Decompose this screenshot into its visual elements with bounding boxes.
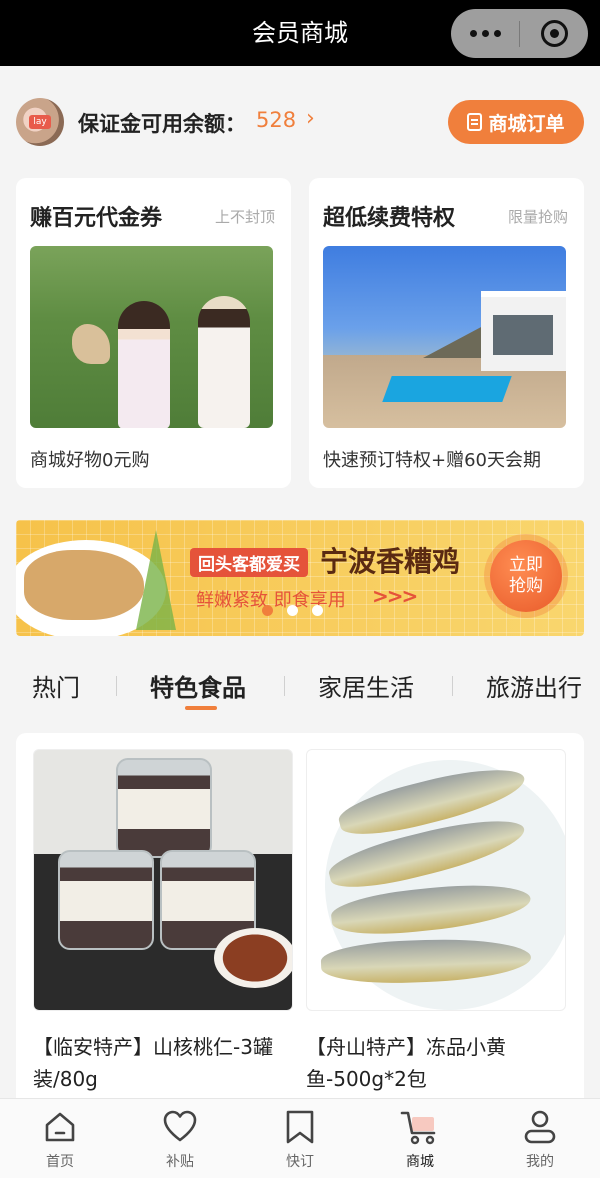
tab-home-living[interactable]: 家居生活 [318, 668, 414, 703]
promo-card-desc: 商城好物0元购 [30, 450, 150, 471]
balance-label: 保证金可用余额： [78, 112, 246, 136]
goods-image [306, 749, 566, 1011]
tab-divider [284, 676, 285, 696]
tabbar-item-mine[interactable]: 我的 [500, 1109, 580, 1171]
goods-name: 【舟山特产】冻品小黄鱼-500g*2包 [306, 1035, 506, 1091]
bookmark-icon [260, 1109, 340, 1145]
chevron-right-icon[interactable]: › [306, 106, 315, 131]
tabbar-item-subsidy[interactable]: 补贴 [140, 1109, 220, 1171]
bottom-tab-bar: 首页 补贴 快订 商城 我的 [0, 1098, 600, 1178]
buy-now-button[interactable]: 立即抢购 [490, 540, 562, 612]
promo-card-tag: 限量抢购 [507, 208, 568, 226]
balance-row: lay 保证金可用余额： 528 › 商城订单 [16, 96, 584, 148]
tab-travel[interactable]: 旅游出行 [486, 668, 582, 703]
navigation-bar: 会员商城 [0, 0, 600, 66]
goods-grid: 【临安特产】山核桃仁-3罐装/80g 【舟山特产】冻品小黄鱼-500g*2包 [16, 733, 584, 1133]
tab-divider [116, 676, 117, 696]
tabbar-label: 首页 [46, 1154, 74, 1170]
mall-orders-button[interactable]: 商城订单 [448, 100, 584, 144]
banner-tag: 回头客都爱买 [190, 548, 308, 577]
promo-card-desc: 快速预订特权+赠60天会期 [323, 450, 541, 471]
goods-name: 【临安特产】山核桃仁-3罐装/80g [33, 1035, 273, 1091]
promo-banner[interactable]: 回头客都爱买 宁波香糟鸡 鲜嫩紧致 即食享用 >>> 立即抢购 [16, 520, 584, 636]
pagination-dot[interactable] [262, 605, 273, 616]
tab-divider [452, 676, 453, 696]
goods-image [33, 749, 293, 1011]
pagination-dot[interactable] [312, 605, 323, 616]
balance-value[interactable]: 528 [256, 108, 296, 132]
tabbar-label: 我的 [526, 1154, 554, 1170]
tab-hot[interactable]: 热门 [32, 668, 80, 703]
promo-card-title: 超低续费特权 [323, 206, 456, 231]
mini-program-capsule [451, 9, 588, 58]
promo-card-image [30, 246, 273, 428]
promo-card-voucher[interactable]: 赚百元代金券 上不封顶 商城好物0元购 [16, 178, 291, 488]
heart-icon [140, 1109, 220, 1145]
avatar-logo-icon: lay [29, 115, 51, 129]
avatar[interactable]: lay [16, 98, 64, 146]
home-icon [20, 1109, 100, 1145]
mall-orders-label: 商城订单 [488, 112, 565, 135]
banner-title: 宁波香糟鸡 [320, 545, 461, 578]
tabbar-label: 快订 [286, 1154, 314, 1170]
document-icon [467, 113, 483, 131]
tabbar-label: 商城 [406, 1154, 434, 1170]
pagination-dot[interactable] [287, 605, 298, 616]
category-tabs: 热门 特色食品 家居生活 旅游出行 [0, 660, 600, 710]
promo-card-renewal[interactable]: 超低续费特权 限量抢购 快速预订特权+赠60天会期 [309, 178, 584, 488]
more-dots-icon[interactable] [451, 9, 519, 58]
goods-card[interactable]: 【临安特产】山核桃仁-3罐装/80g [33, 749, 293, 1095]
cart-icon [380, 1109, 460, 1145]
promo-card-tag: 上不封顶 [214, 208, 275, 226]
banner-arrows-icon: >>> [372, 584, 418, 608]
tabbar-item-home[interactable]: 首页 [20, 1109, 100, 1171]
tabbar-item-mall[interactable]: 商城 [380, 1109, 460, 1171]
tabbar-item-quick-book[interactable]: 快订 [260, 1109, 340, 1171]
active-tab-indicator [185, 706, 217, 710]
promo-card-image [323, 246, 566, 428]
buy-now-label: 立即抢购 [509, 555, 543, 596]
banner-pagination [262, 605, 323, 616]
target-close-icon[interactable] [520, 9, 588, 58]
user-icon [500, 1109, 580, 1145]
tab-specialty-food[interactable]: 特色食品 [150, 668, 246, 703]
goods-card[interactable]: 【舟山特产】冻品小黄鱼-500g*2包 [306, 749, 566, 1095]
promo-card-title: 赚百元代金券 [30, 206, 163, 231]
tabbar-label: 补贴 [166, 1154, 194, 1170]
